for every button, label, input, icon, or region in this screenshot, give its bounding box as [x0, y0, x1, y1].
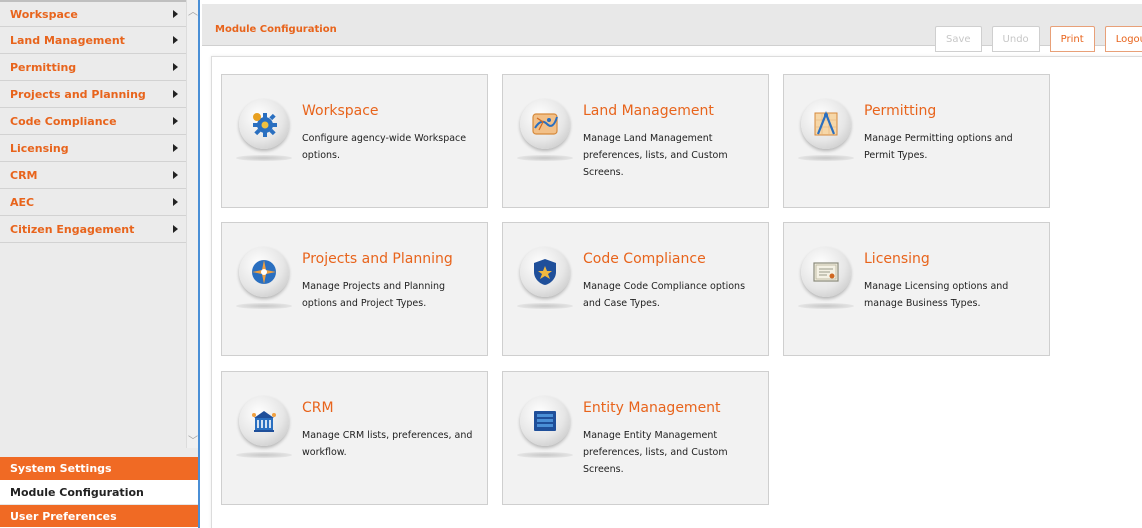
planning-icon: [239, 247, 289, 297]
card-title: CRM: [302, 400, 334, 416]
card-title: Workspace: [302, 103, 379, 119]
certificate-icon: [801, 247, 851, 297]
folder-icon: [520, 396, 570, 446]
nav-item-label: Permitting: [10, 60, 77, 74]
nav-system-settings[interactable]: System Settings: [0, 457, 198, 481]
icon-shadow: [236, 155, 292, 161]
card-land-management[interactable]: Land Management Manage Land Management p…: [502, 74, 769, 208]
toolbar: Save Undo Print Logout: [935, 26, 1142, 52]
sidebar-scrollbar[interactable]: ︿ ﹀: [186, 0, 198, 448]
page-title: Module Configuration: [215, 24, 337, 35]
nav-item-land-management[interactable]: Land Management: [0, 27, 186, 54]
expand-arrow-icon: [173, 63, 178, 71]
card-workspace[interactable]: Workspace Configure agency-wide Workspac…: [221, 74, 488, 208]
nav-item-label: Workspace: [10, 7, 78, 21]
icon-shadow: [798, 155, 854, 161]
bottom-nav: System Settings Module Configuration Use…: [0, 457, 198, 528]
card-description: Manage Entity Management preferences, li…: [583, 430, 728, 475]
expand-arrow-icon: [173, 90, 178, 98]
card-title: Licensing: [864, 251, 930, 267]
nav-item-licensing[interactable]: Licensing: [0, 135, 186, 162]
nav-item-workspace[interactable]: Workspace: [0, 0, 186, 27]
card-title: Land Management: [583, 103, 714, 119]
icon-shadow: [517, 155, 573, 161]
print-button[interactable]: Print: [1049, 26, 1095, 52]
nav-item-permitting[interactable]: Permitting: [0, 54, 186, 81]
card-permitting[interactable]: Permitting Manage Permitting options and…: [783, 74, 1050, 208]
icon-shadow: [236, 452, 292, 458]
header-bar: Module Configuration Save Undo Print Log…: [202, 4, 1142, 52]
expand-arrow-icon: [173, 225, 178, 233]
module-card-grid: Workspace Configure agency-wide Workspac…: [211, 56, 1142, 528]
gear-icon: [239, 99, 289, 149]
card-title: Permitting: [864, 103, 937, 119]
module-nav-list: Workspace Land Management Permitting Pro…: [0, 0, 186, 243]
card-projects-and-planning[interactable]: Projects and Planning Manage Projects an…: [221, 222, 488, 356]
nav-item-label: CRM: [10, 168, 38, 182]
nav-item-label: Code Compliance: [10, 114, 117, 128]
nav-item-label: Projects and Planning: [10, 87, 146, 101]
card-title: Projects and Planning: [302, 251, 453, 267]
nav-user-preferences[interactable]: User Preferences: [0, 505, 198, 528]
drafting-icon: [801, 99, 851, 149]
logout-button[interactable]: Logout: [1104, 26, 1142, 52]
nav-item-citizen-engagement[interactable]: Citizen Engagement: [0, 216, 186, 243]
nav-item-code-compliance[interactable]: Code Compliance: [0, 108, 186, 135]
expand-arrow-icon: [173, 198, 178, 206]
expand-arrow-icon: [173, 171, 178, 179]
expand-arrow-icon: [173, 117, 178, 125]
card-code-compliance[interactable]: Code Compliance Manage Code Compliance o…: [502, 222, 769, 356]
nav-item-projects-and-planning[interactable]: Projects and Planning: [0, 81, 186, 108]
nav-module-configuration-label: Module Configuration: [10, 486, 144, 499]
card-description: Manage Land Management preferences, list…: [583, 133, 728, 178]
nav-item-label: Licensing: [10, 141, 69, 155]
card-description: Manage Code Compliance options and Case …: [583, 281, 746, 309]
expand-arrow-icon: [173, 10, 178, 18]
card-title: Code Compliance: [583, 251, 706, 267]
undo-button[interactable]: Undo: [991, 26, 1040, 52]
nav-item-label: Citizen Engagement: [10, 222, 135, 236]
icon-shadow: [798, 303, 854, 309]
nav-system-settings-label: System Settings: [10, 462, 112, 475]
icon-shadow: [517, 452, 573, 458]
sidebar: Workspace Land Management Permitting Pro…: [0, 0, 200, 528]
expand-arrow-icon: [173, 36, 178, 44]
card-description: Manage Projects and Planning options and…: [302, 281, 446, 309]
scroll-down-icon[interactable]: ﹀: [187, 432, 199, 447]
scroll-up-icon[interactable]: ︿: [187, 3, 199, 18]
badge-icon: [520, 247, 570, 297]
card-licensing[interactable]: Licensing Manage Licensing options and m…: [783, 222, 1050, 356]
card-description: Manage CRM lists, preferences, and workf…: [302, 430, 473, 458]
card-title: Entity Management: [583, 400, 721, 416]
map-icon: [520, 99, 570, 149]
nav-item-label: AEC: [10, 195, 35, 209]
expand-arrow-icon: [173, 144, 178, 152]
nav-item-label: Land Management: [10, 33, 125, 47]
nav-item-aec[interactable]: AEC: [0, 189, 186, 216]
nav-item-crm[interactable]: CRM: [0, 162, 186, 189]
app-root: Workspace Land Management Permitting Pro…: [0, 0, 1142, 528]
nav-user-preferences-label: User Preferences: [10, 509, 117, 523]
save-button[interactable]: Save: [935, 26, 982, 52]
card-description: Configure agency-wide Workspace options.: [302, 133, 467, 161]
icon-shadow: [517, 303, 573, 309]
icon-shadow: [236, 303, 292, 309]
card-description: Manage Permitting options and Permit Typ…: [864, 133, 1013, 161]
card-entity-management[interactable]: Entity Management Manage Entity Manageme…: [502, 371, 769, 505]
building-icon: [239, 396, 289, 446]
nav-module-configuration[interactable]: Module Configuration: [0, 481, 198, 505]
card-description: Manage Licensing options and manage Busi…: [864, 281, 1009, 309]
card-crm[interactable]: CRM Manage CRM lists, preferences, and w…: [221, 371, 488, 505]
